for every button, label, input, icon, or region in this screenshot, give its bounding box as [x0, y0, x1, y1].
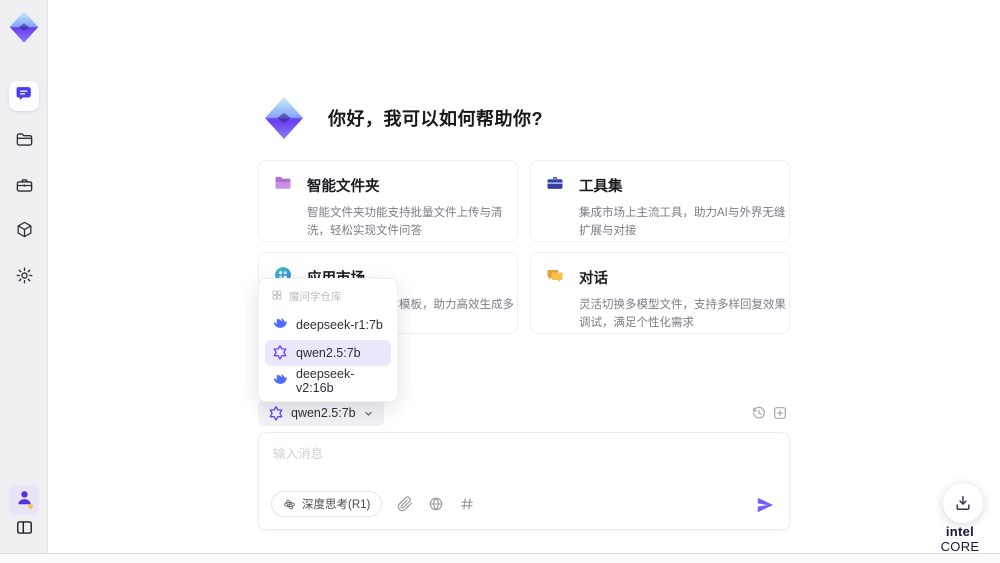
card-desc: 智能文件夹功能支持批量文件上传与清洗，轻松实现文件问答 — [307, 207, 503, 237]
panel-icon — [15, 518, 34, 542]
sidebar-item-toolbox[interactable] — [9, 173, 39, 203]
vip-badge — [28, 504, 33, 509]
atom-icon — [284, 499, 295, 509]
model-option-label: qwen2.5:7b — [296, 346, 361, 360]
download-icon — [956, 496, 970, 510]
chat-bubble-icon — [15, 84, 34, 108]
sidebar-item-folders[interactable] — [9, 127, 39, 157]
qwen-logo-icon — [269, 406, 283, 421]
model-option-deepseek-v2[interactable]: deepseek-v2:16b — [265, 367, 391, 395]
chat-yellow-icon — [545, 265, 565, 290]
card-toolset[interactable]: 工具集 集成市场上主流工具，助力AI与外界无缝扩展与对接 — [530, 160, 790, 242]
briefcase-blue-icon — [545, 173, 565, 198]
model-dropdown: 魔问学仓库 deepseek-r1:7b qwen2.5:7b deepseek… — [258, 278, 398, 402]
card-title: 工具集 — [579, 179, 623, 195]
card-dialogue[interactable]: 对话 灵活切换多模型文件，支持多样回复效果调试，满足个性化需求 — [530, 252, 790, 334]
greeting-text: 你好，我可以如何帮助你? — [328, 109, 543, 129]
card-smart-folder[interactable]: 智能文件夹 智能文件夹功能支持批量文件上传与清洗，轻松实现文件问答 — [258, 160, 518, 242]
qwen-logo-icon — [272, 344, 288, 363]
app-window: 你好，我可以如何帮助你? 智能文件夹 智能文件夹功能支持批量文件上传与清洗，轻松… — [0, 0, 1000, 563]
gear-icon — [15, 266, 34, 290]
cube-icon — [15, 220, 34, 244]
new-chat-icon[interactable] — [772, 405, 788, 421]
deepseek-whale-icon — [272, 316, 288, 335]
greeting-block: 你好，我可以如何帮助你? — [260, 94, 543, 142]
core-wordmark: CORE — [940, 539, 980, 554]
card-desc: 集成市场上主流工具，助力AI与外界无缝扩展与对接 — [579, 207, 786, 237]
folder-purple-icon — [273, 173, 293, 198]
sidebar-item-collapse[interactable] — [9, 515, 39, 545]
window-bottom-fill — [0, 554, 1000, 563]
model-option-label: deepseek-r1:7b — [296, 318, 383, 332]
sidebar-item-account[interactable] — [9, 485, 39, 515]
model-dropdown-header: 魔问学仓库 — [265, 286, 391, 310]
chevron-down-icon — [364, 411, 372, 416]
hash-icon[interactable] — [459, 496, 475, 512]
sidebar-item-settings[interactable] — [9, 263, 39, 293]
repo-grid-icon — [271, 289, 283, 304]
briefcase-icon — [15, 176, 34, 200]
sidebar-item-models[interactable] — [9, 217, 39, 247]
app-logo-icon — [6, 9, 42, 45]
folder-icon — [15, 130, 34, 154]
card-title: 智能文件夹 — [307, 179, 380, 195]
chat-input-container: 深度思考(R1) — [258, 432, 790, 530]
globe-icon[interactable] — [428, 496, 444, 512]
model-selector[interactable]: qwen2.5:7b — [258, 400, 384, 426]
download-button[interactable] — [943, 483, 983, 523]
intel-wordmark: intel — [945, 524, 975, 539]
sidebar — [0, 0, 48, 553]
deepseek-whale-icon — [272, 372, 288, 391]
paperclip-icon[interactable] — [397, 496, 413, 512]
card-desc: 灵活切换多模型文件，支持多样回复效果调试，满足个性化需求 — [579, 299, 786, 329]
model-option-deepseek-r1[interactable]: deepseek-r1:7b — [265, 312, 391, 338]
model-selector-value: qwen2.5:7b — [291, 406, 356, 420]
history-icon[interactable] — [751, 405, 767, 421]
model-option-label: deepseek-v2:16b — [296, 367, 355, 395]
repo-label: 魔问学仓库 — [289, 291, 342, 303]
deep-think-toggle[interactable]: 深度思考(R1) — [271, 491, 383, 517]
deep-think-label: 深度思考(R1) — [302, 499, 371, 511]
chat-input[interactable] — [273, 443, 773, 483]
input-toolbar: 深度思考(R1) — [271, 491, 475, 517]
card-title: 对话 — [579, 271, 608, 287]
send-icon[interactable] — [755, 495, 775, 515]
model-option-qwen[interactable]: qwen2.5:7b — [265, 340, 391, 366]
assistant-logo-icon — [260, 94, 308, 142]
sidebar-item-chat[interactable] — [9, 81, 39, 111]
